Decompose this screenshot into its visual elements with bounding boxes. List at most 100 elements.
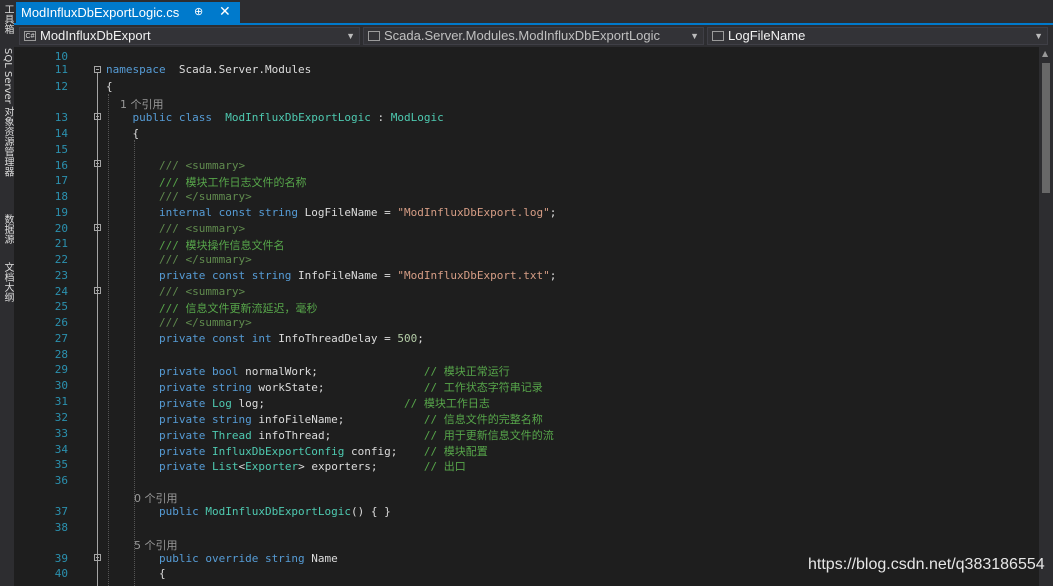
line-number: 14 bbox=[54, 127, 68, 140]
watermark: https://blog.csdn.net/q383186554 bbox=[808, 556, 1045, 573]
project-dropdown[interactable]: C# ModInfluxDbExport ▼ bbox=[19, 27, 360, 45]
type-dropdown[interactable]: Scada.Server.Modules.ModInfluxDbExportLo… bbox=[363, 27, 704, 45]
code-token: /// </summary> bbox=[106, 316, 252, 329]
code-token: ModInfluxDbExportLogic bbox=[205, 505, 352, 518]
code-token: 500 bbox=[397, 332, 418, 345]
code-token: InfoThreadDelay = bbox=[271, 332, 398, 345]
code-token: /// <summary> bbox=[106, 285, 246, 298]
line-number: 21 bbox=[54, 237, 68, 250]
code-line: private const int InfoThreadDelay = 500; bbox=[106, 332, 424, 345]
line-number: 39 bbox=[54, 552, 68, 565]
code-token: namespace bbox=[106, 63, 166, 76]
side-tab-data-sources[interactable]: 数据源 bbox=[0, 214, 14, 254]
code-token: InfluxDbExportConfig bbox=[211, 445, 345, 458]
document-tab-bar: ModInfluxDbExportLogic.cs ⊕ ✕ bbox=[14, 0, 1053, 25]
code-line: public class ModInfluxDbExportLogic : Mo… bbox=[106, 111, 443, 124]
fold-toggle-summary[interactable] bbox=[94, 224, 101, 231]
line-number: 11 bbox=[54, 63, 68, 76]
code-token: Exporter bbox=[245, 460, 299, 473]
code-token: internal const string bbox=[106, 206, 299, 219]
code-line: private InfluxDbExportConfig config; // … bbox=[106, 443, 488, 459]
close-icon[interactable]: ✕ bbox=[219, 1, 231, 22]
code-token: "ModInfluxDbExport.log" bbox=[397, 206, 550, 219]
code-token: private bbox=[106, 445, 206, 458]
line-number: 33 bbox=[54, 427, 68, 440]
line-number: 40 bbox=[54, 567, 68, 580]
side-tab-document-outline[interactable]: 文档大纲 bbox=[0, 262, 14, 310]
code-line: private string infoFileName; // 信息文件的完整名… bbox=[106, 411, 543, 427]
code-token: () { } bbox=[351, 505, 391, 518]
code-token: /// </summary> bbox=[106, 190, 252, 203]
code-line: /// 信息文件更新流延迟，毫秒 bbox=[106, 300, 318, 316]
line-number: 20 bbox=[54, 222, 68, 235]
line-number: 23 bbox=[54, 269, 68, 282]
code-token: List bbox=[211, 460, 239, 473]
code-line: private string workState; // 工作状态字符串记录 bbox=[106, 379, 543, 395]
fold-toggle-summary[interactable] bbox=[94, 160, 101, 167]
code-token: ModInfluxDbExportLogic bbox=[225, 111, 371, 124]
member-dropdown[interactable]: LogFileName ▼ bbox=[707, 27, 1048, 45]
side-tab-toolbox[interactable]: 工具箱 bbox=[0, 4, 14, 40]
code-token: normalWork; bbox=[238, 365, 424, 378]
codelens-text: 1 个引用 bbox=[106, 98, 164, 111]
line-number: 37 bbox=[54, 505, 68, 518]
fold-toggle-summary[interactable] bbox=[94, 287, 101, 294]
tab-title: ModInfluxDbExportLogic.cs bbox=[21, 5, 180, 20]
code-line: /// 模块工作日志文件的名称 bbox=[106, 174, 307, 190]
code-token: "ModInfluxDbExport.txt" bbox=[397, 269, 550, 282]
code-token: ; bbox=[417, 332, 424, 345]
chevron-down-icon: ▼ bbox=[346, 31, 355, 41]
csharp-project-icon: C# bbox=[24, 31, 36, 41]
code-token: // 工作状态字符串记录 bbox=[423, 381, 543, 394]
fold-toggle-class[interactable] bbox=[94, 113, 101, 120]
code-token: public bbox=[106, 505, 199, 518]
code-line: /// </summary> bbox=[106, 253, 252, 266]
code-token: // 模块工作日志 bbox=[404, 397, 490, 410]
code-token: /// <summary> bbox=[106, 159, 246, 172]
fold-line bbox=[97, 73, 98, 586]
code-token: Log bbox=[211, 397, 232, 410]
code-line: { bbox=[106, 80, 113, 93]
code-token: // 模块正常运行 bbox=[423, 365, 510, 378]
code-token: : bbox=[370, 111, 391, 124]
line-number: 28 bbox=[54, 348, 68, 361]
line-number: 22 bbox=[54, 253, 68, 266]
line-number: 34 bbox=[54, 443, 68, 456]
tab-modinfluxdbexportlogic[interactable]: ModInfluxDbExportLogic.cs ⊕ ✕ bbox=[16, 2, 240, 23]
line-number: 17 bbox=[54, 174, 68, 187]
field-icon bbox=[712, 31, 724, 41]
code-token: // 模块配置 bbox=[423, 445, 488, 458]
code-token: ; bbox=[549, 269, 557, 282]
code-token: InfoFileName = bbox=[291, 269, 398, 282]
class-icon bbox=[368, 31, 380, 41]
codelens-reference-count[interactable]: 0 个引用 bbox=[106, 490, 178, 506]
line-number: 19 bbox=[54, 206, 68, 219]
codelens-reference-count[interactable]: 1 个引用 bbox=[106, 96, 164, 112]
line-number: 24 bbox=[54, 285, 68, 298]
fold-toggle-namespace[interactable] bbox=[94, 66, 101, 73]
codelens-text: 5 个引用 bbox=[106, 539, 178, 552]
code-line: private Thread infoThread; // 用于更新信息文件的流 bbox=[106, 427, 554, 443]
line-number: 32 bbox=[54, 411, 68, 424]
code-token: // 信息文件的完整名称 bbox=[423, 413, 543, 426]
line-number: 31 bbox=[54, 395, 68, 408]
code-line: /// <summary> bbox=[106, 285, 245, 298]
fold-toggle-property[interactable] bbox=[94, 554, 101, 561]
code-token: config; bbox=[344, 445, 424, 458]
pin-icon[interactable]: ⊕ bbox=[194, 2, 203, 23]
line-number: 26 bbox=[54, 316, 68, 329]
code-token: private bbox=[106, 397, 206, 410]
vertical-scrollbar[interactable]: ▲ bbox=[1039, 47, 1053, 586]
code-token: { bbox=[106, 567, 166, 580]
line-number: 38 bbox=[54, 521, 68, 534]
side-tab-sql-server-explorer[interactable]: SQL Server 对象资源管理器 bbox=[0, 48, 14, 208]
codelens-reference-count[interactable]: 5 个引用 bbox=[106, 537, 178, 553]
code-token: /// 信息文件更新流延迟，毫秒 bbox=[106, 302, 318, 315]
scroll-up-arrow-icon[interactable]: ▲ bbox=[1042, 49, 1048, 58]
scrollbar-thumb[interactable] bbox=[1042, 63, 1050, 193]
code-token: public class bbox=[106, 111, 212, 124]
code-line: /// <summary> bbox=[106, 159, 245, 172]
